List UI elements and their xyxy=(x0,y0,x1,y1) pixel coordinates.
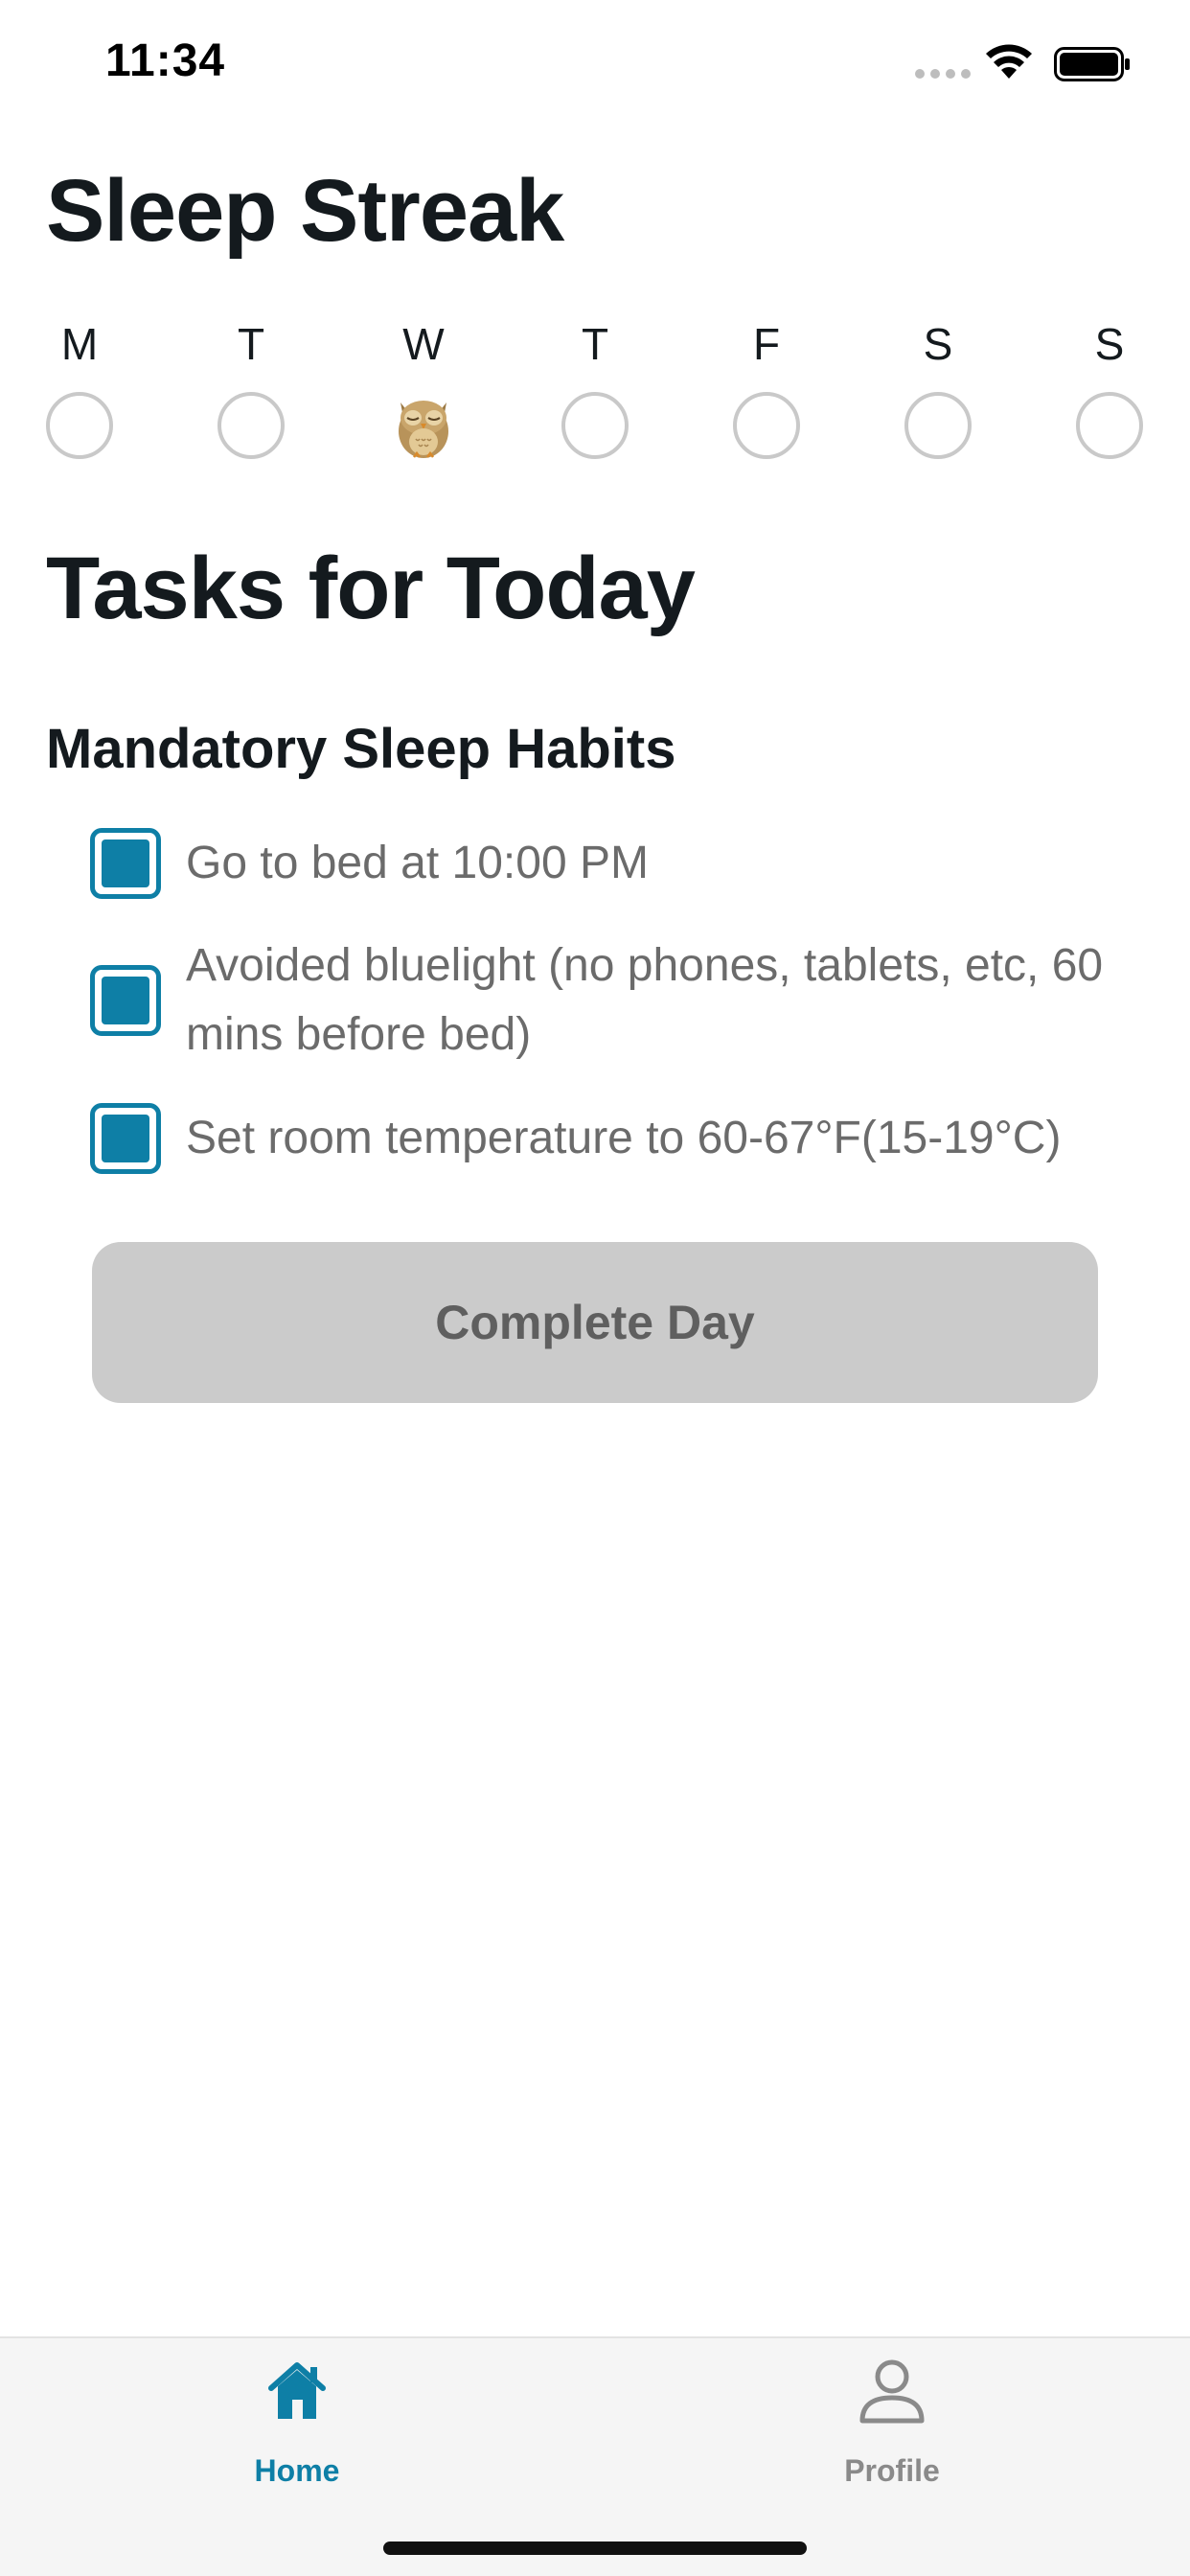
tab-profile-label: Profile xyxy=(844,2453,940,2488)
tab-home[interactable]: Home xyxy=(182,2358,412,2511)
wifi-icon xyxy=(986,44,1032,79)
streak-day-tuesday xyxy=(217,392,285,459)
section-title: Mandatory Sleep Habits xyxy=(46,718,676,780)
weekday-label: M xyxy=(60,319,99,369)
weekday-label: F xyxy=(752,319,781,369)
weekday-labels: M T W T F S S xyxy=(46,318,1144,376)
streak-day-friday xyxy=(733,392,800,459)
checkbox-fill xyxy=(102,840,149,887)
tab-home-label: Home xyxy=(254,2453,340,2488)
weekday-label: W xyxy=(402,319,445,369)
complete-day-button[interactable]: Complete Day xyxy=(92,1242,1098,1403)
task-label: Avoided bluelight (no phones, tablets, e… xyxy=(186,940,1104,1060)
battery-icon xyxy=(1054,47,1130,81)
weekday-label: T xyxy=(581,319,609,369)
task-item: Go to bed at 10:00 PM xyxy=(90,828,1106,899)
task-checkbox[interactable] xyxy=(90,1103,161,1174)
owl-icon xyxy=(399,401,448,458)
task-checkbox[interactable] xyxy=(90,965,161,1036)
streak-day-saturday xyxy=(904,392,972,459)
tab-profile[interactable]: Profile xyxy=(777,2358,1007,2511)
cellular-signal-icon xyxy=(915,69,971,79)
streak-day-thursday xyxy=(561,392,629,459)
weekday-label: S xyxy=(923,319,953,369)
tab-bar: Home Profile xyxy=(0,2336,1190,2576)
home-icon xyxy=(268,2362,326,2419)
home-indicator xyxy=(383,2542,807,2555)
task-item: Set room temperature to 60-67°F(15-19°C) xyxy=(90,1103,1106,1174)
checkbox-fill xyxy=(102,1115,149,1162)
screen: 11:34 Sleep Streak M T W T F S S Tasks f… xyxy=(0,0,1190,2576)
checkbox-fill xyxy=(102,977,149,1024)
streak-days xyxy=(0,389,1190,462)
streak-day-sunday xyxy=(1076,392,1143,459)
task-label: Go to bed at 10:00 PM xyxy=(186,838,649,888)
weekday-label: S xyxy=(1094,319,1125,369)
streak-day-monday xyxy=(46,392,113,459)
streak-title: Sleep Streak xyxy=(46,162,564,260)
task-item: Avoided bluelight (no phones, tablets, e… xyxy=(90,932,1106,1070)
status-time: 11:34 xyxy=(105,35,226,86)
weekday-label: T xyxy=(237,319,265,369)
task-checkbox[interactable] xyxy=(90,828,161,899)
tasks-title: Tasks for Today xyxy=(46,540,696,637)
task-label: Set room temperature to 60-67°F(15-19°C) xyxy=(186,1113,1062,1163)
person-icon xyxy=(859,2359,925,2424)
